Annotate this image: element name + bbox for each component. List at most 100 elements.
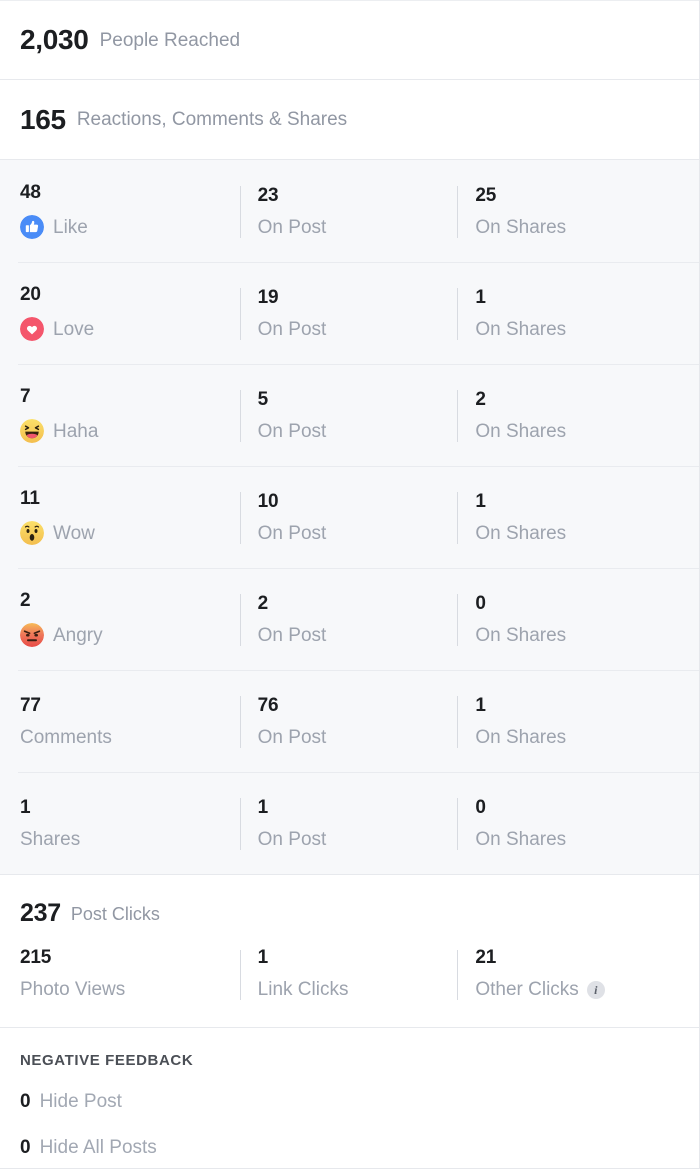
link-clicks-cell: 1 Link Clicks (239, 947, 458, 1000)
reaction-total-number: 48 (20, 182, 41, 203)
reactions-summary-label: Reactions, Comments & Shares (76, 109, 348, 130)
reaction-on-shares-cell: 1 On Shares (457, 466, 699, 568)
reaction-total-number: 7 (20, 386, 31, 407)
reaction-on-shares-cell: 0 On Shares (457, 568, 699, 670)
reaction-total-cell: 1 Shares (0, 772, 240, 874)
reaction-on-shares-label: On Shares (475, 522, 567, 544)
reaction-on-post-label: On Post (257, 726, 327, 748)
love-icon (20, 317, 44, 341)
post-clicks-section: 237 Post Clicks 215 Photo Views 1 Link C… (0, 875, 699, 1028)
reaction-total-cell: 2 Angry (0, 568, 240, 670)
reaction-on-post-number: 5 (257, 388, 269, 410)
reaction-total-cell: 20 Love (0, 262, 240, 364)
wow-icon (20, 521, 44, 545)
reaction-on-post-number: 76 (257, 694, 279, 716)
reaction-on-shares-number: 1 (475, 490, 486, 512)
reaction-total-cell: 7 Haha (0, 364, 240, 466)
haha-icon (20, 419, 44, 443)
reaction-total-number: 2 (20, 590, 31, 611)
reaction-total-number: 11 (20, 488, 40, 509)
reaction-row-angry[interactable]: 2 Angry 2 On Post 0 On Shares (0, 568, 699, 670)
negative-feedback-title: NEGATIVE FEEDBACK (20, 1052, 194, 1069)
reaction-label: Like (53, 216, 88, 238)
people-reached-row[interactable]: 2,030 People Reached (0, 0, 699, 80)
reaction-total-number: 1 (20, 796, 31, 818)
reaction-row-love[interactable]: 20 Love 19 On Post 1 On Shares (0, 262, 699, 364)
reaction-on-post-cell: 23 On Post (239, 160, 458, 262)
post-clicks-breakdown: 215 Photo Views 1 Link Clicks 21 Other C… (0, 948, 699, 1027)
reaction-on-shares-cell: 2 On Shares (457, 364, 699, 466)
reactions-breakdown: 48 Like 23 On Post 25 On Shares 20 Love … (0, 160, 699, 875)
photo-views-number: 215 (20, 947, 52, 968)
post-clicks-header[interactable]: 237 Post Clicks (0, 875, 699, 948)
reaction-label: Love (53, 318, 95, 340)
reaction-on-shares-label: On Shares (475, 828, 567, 850)
reaction-label: Shares (20, 828, 81, 850)
negative-feedback-item-hide-all-posts[interactable]: 0 Hide All Posts (20, 1137, 370, 1159)
reaction-on-post-label: On Post (257, 828, 327, 850)
reaction-on-post-number: 19 (257, 286, 279, 308)
negative-feedback-number: 0 (20, 1137, 31, 1158)
people-reached-number: 2,030 (20, 24, 89, 55)
reaction-on-post-cell: 10 On Post (239, 466, 458, 568)
post-clicks-total: 237 (20, 899, 61, 927)
link-clicks-number: 1 (257, 947, 269, 968)
photo-views-label: Photo Views (20, 979, 126, 1000)
reaction-on-post-cell: 76 On Post (239, 670, 458, 772)
reaction-row-like[interactable]: 48 Like 23 On Post 25 On Shares (0, 160, 699, 262)
other-clicks-number: 21 (475, 947, 497, 968)
reaction-on-shares-number: 2 (475, 388, 486, 410)
negative-feedback-grid: 0 Hide Post 0 Hide All Posts 0 Report as… (20, 1091, 699, 1168)
reaction-on-post-cell: 19 On Post (239, 262, 458, 364)
photo-views-cell: 215 Photo Views (0, 948, 240, 999)
reaction-on-shares-cell: 25 On Shares (457, 160, 699, 262)
reaction-row-haha[interactable]: 7 Haha 5 On Post 2 On Shares (0, 364, 699, 466)
reaction-row-comments[interactable]: 77 Comments 76 On Post 1 On Shares (0, 670, 699, 772)
reaction-on-shares-label: On Shares (475, 726, 567, 748)
reaction-total-cell: 11 Wow (0, 466, 240, 568)
negative-feedback-section: NEGATIVE FEEDBACK 0 Hide Post 0 Hide All… (0, 1028, 699, 1168)
reaction-on-post-cell: 5 On Post (239, 364, 458, 466)
negative-feedback-label: Hide All Posts (39, 1137, 157, 1158)
reaction-on-shares-cell: 0 On Shares (457, 772, 699, 874)
people-reached-label: People Reached (99, 29, 241, 51)
reaction-total-number: 77 (20, 694, 41, 716)
reaction-row-shares[interactable]: 1 Shares 1 On Post 0 On Shares (0, 772, 699, 874)
reaction-on-post-label: On Post (257, 420, 327, 442)
negative-feedback-label: Hide Post (39, 1091, 122, 1112)
reaction-label: Angry (53, 624, 103, 646)
reaction-on-post-label: On Post (257, 318, 327, 340)
reaction-on-shares-number: 1 (475, 286, 486, 308)
reaction-on-shares-cell: 1 On Shares (457, 670, 699, 772)
other-clicks-cell: 21 Other Clicks i (457, 947, 699, 1000)
reaction-on-shares-number: 0 (475, 796, 486, 818)
reaction-on-post-cell: 1 On Post (239, 772, 458, 874)
angry-icon (20, 623, 44, 647)
reaction-on-shares-number: 0 (475, 592, 486, 614)
reaction-total-cell: 48 Like (0, 160, 240, 262)
reaction-label: Comments (20, 726, 112, 748)
reaction-on-shares-label: On Shares (475, 624, 567, 646)
reaction-on-shares-number: 1 (475, 694, 486, 716)
reaction-on-post-number: 1 (257, 796, 269, 818)
info-icon[interactable]: i (586, 980, 605, 999)
reaction-on-post-number: 23 (257, 184, 279, 206)
reaction-on-post-label: On Post (257, 624, 327, 646)
post-clicks-title: Post Clicks (70, 903, 160, 924)
reaction-on-post-label: On Post (257, 522, 327, 544)
reaction-label: Wow (53, 522, 95, 544)
reaction-on-post-number: 10 (257, 490, 279, 512)
link-clicks-label: Link Clicks (257, 979, 349, 1000)
like-icon (20, 215, 44, 239)
reactions-summary-row[interactable]: 165 Reactions, Comments & Shares (0, 80, 699, 160)
negative-feedback-number: 0 (20, 1091, 31, 1112)
other-clicks-label: Other Clicks (475, 979, 579, 1000)
reaction-row-wow[interactable]: 11 Wow 10 On Post 1 On Shares (0, 466, 699, 568)
reaction-on-shares-number: 25 (475, 184, 497, 206)
negative-feedback-item-hide-post[interactable]: 0 Hide Post (20, 1091, 370, 1113)
reaction-total-cell: 77 Comments (0, 670, 240, 772)
reaction-on-post-number: 2 (257, 592, 269, 614)
reaction-on-shares-label: On Shares (475, 420, 567, 442)
reaction-on-shares-label: On Shares (475, 216, 567, 238)
reaction-on-post-label: On Post (257, 216, 327, 238)
